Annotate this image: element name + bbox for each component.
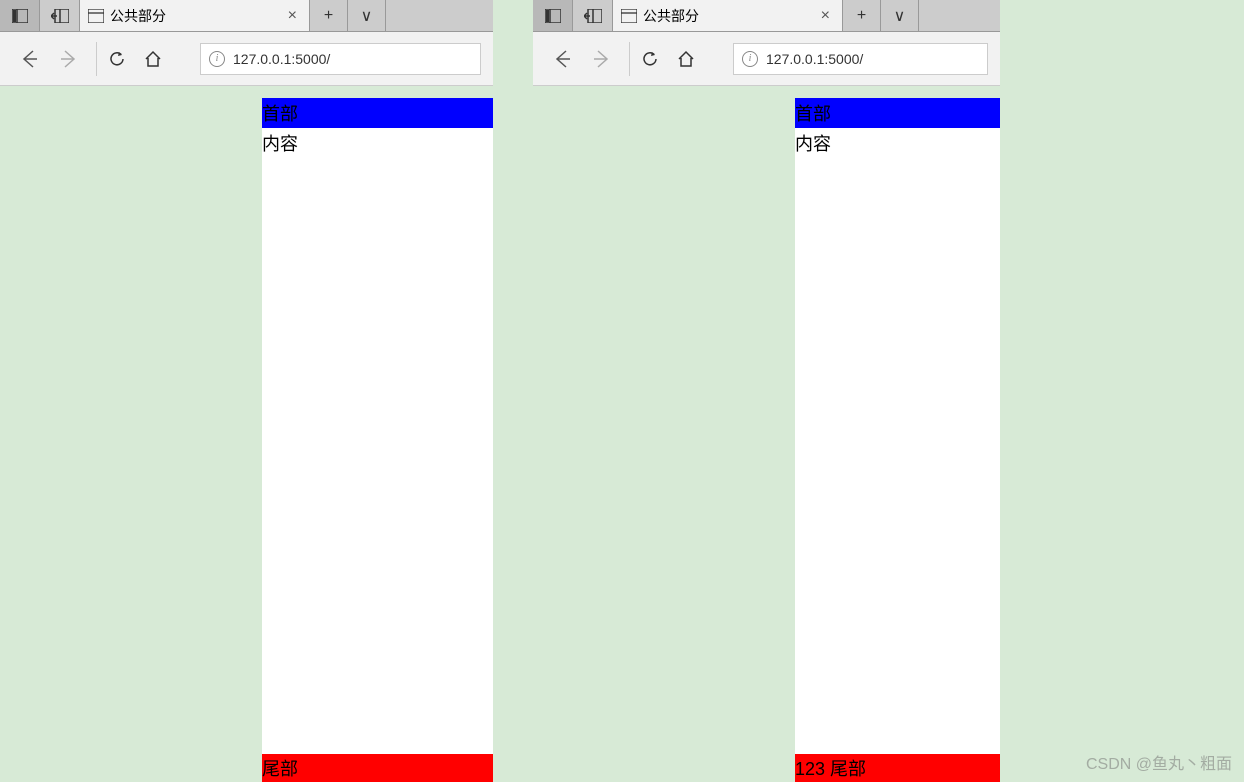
home-button[interactable] bbox=[136, 42, 170, 76]
titlebar: 公共部分 × + ∨ bbox=[533, 0, 1000, 32]
toolbar: i 127.0.0.1:5000/ bbox=[533, 32, 1000, 86]
titlebar: 公共部分 × + ∨ bbox=[0, 0, 493, 32]
new-tab-button[interactable]: + bbox=[310, 0, 348, 31]
page-body: 内容 bbox=[262, 128, 493, 158]
site-info-icon[interactable]: i bbox=[742, 51, 758, 67]
tab-actions: + ∨ bbox=[310, 0, 386, 31]
forward-button[interactable] bbox=[585, 42, 619, 76]
tab-close-button[interactable]: × bbox=[817, 7, 834, 25]
page-content: 首部 内容 尾部 bbox=[262, 98, 493, 782]
tab-page-icon bbox=[88, 9, 104, 23]
tab-actions: + ∨ bbox=[843, 0, 919, 31]
back-button[interactable] bbox=[12, 42, 46, 76]
tabs-aside-icon[interactable] bbox=[0, 0, 40, 31]
tabs-dropdown-button[interactable]: ∨ bbox=[881, 0, 919, 31]
page-header: 首部 bbox=[795, 98, 1000, 128]
url-text: 127.0.0.1:5000/ bbox=[766, 51, 863, 67]
page-footer: 尾部 bbox=[262, 754, 493, 782]
browser-tab[interactable]: 公共部分 × bbox=[80, 0, 310, 31]
tab-page-icon bbox=[621, 9, 637, 23]
site-info-icon[interactable]: i bbox=[209, 51, 225, 67]
address-bar[interactable]: i 127.0.0.1:5000/ bbox=[200, 43, 481, 75]
browser-window-left: 公共部分 × + ∨ i 127.0.0.1:5000/ 首部 内容 尾部 bbox=[0, 0, 493, 782]
tab-close-button[interactable]: × bbox=[284, 7, 301, 25]
page-header: 首部 bbox=[262, 98, 493, 128]
refresh-button[interactable] bbox=[629, 42, 663, 76]
set-aside-icon[interactable] bbox=[40, 0, 80, 31]
tab-title: 公共部分 bbox=[110, 6, 166, 26]
page-body: 内容 bbox=[795, 128, 1000, 158]
home-button[interactable] bbox=[669, 42, 703, 76]
refresh-button[interactable] bbox=[96, 42, 130, 76]
url-text: 127.0.0.1:5000/ bbox=[233, 51, 330, 67]
address-bar[interactable]: i 127.0.0.1:5000/ bbox=[733, 43, 988, 75]
toolbar: i 127.0.0.1:5000/ bbox=[0, 32, 493, 86]
new-tab-button[interactable]: + bbox=[843, 0, 881, 31]
watermark: CSDN @鱼丸丶粗面 bbox=[1086, 750, 1232, 774]
set-aside-icon[interactable] bbox=[573, 0, 613, 31]
tab-title: 公共部分 bbox=[643, 6, 699, 26]
browser-window-right: 公共部分 × + ∨ i 127.0.0.1:5000/ 首部 内容 123 尾… bbox=[533, 0, 1000, 782]
forward-button[interactable] bbox=[52, 42, 86, 76]
page-footer: 123 尾部 bbox=[795, 754, 1000, 782]
browser-tab[interactable]: 公共部分 × bbox=[613, 0, 843, 31]
tabs-dropdown-button[interactable]: ∨ bbox=[348, 0, 386, 31]
back-button[interactable] bbox=[545, 42, 579, 76]
page-content: 首部 内容 123 尾部 bbox=[795, 98, 1000, 782]
tabs-aside-icon[interactable] bbox=[533, 0, 573, 31]
